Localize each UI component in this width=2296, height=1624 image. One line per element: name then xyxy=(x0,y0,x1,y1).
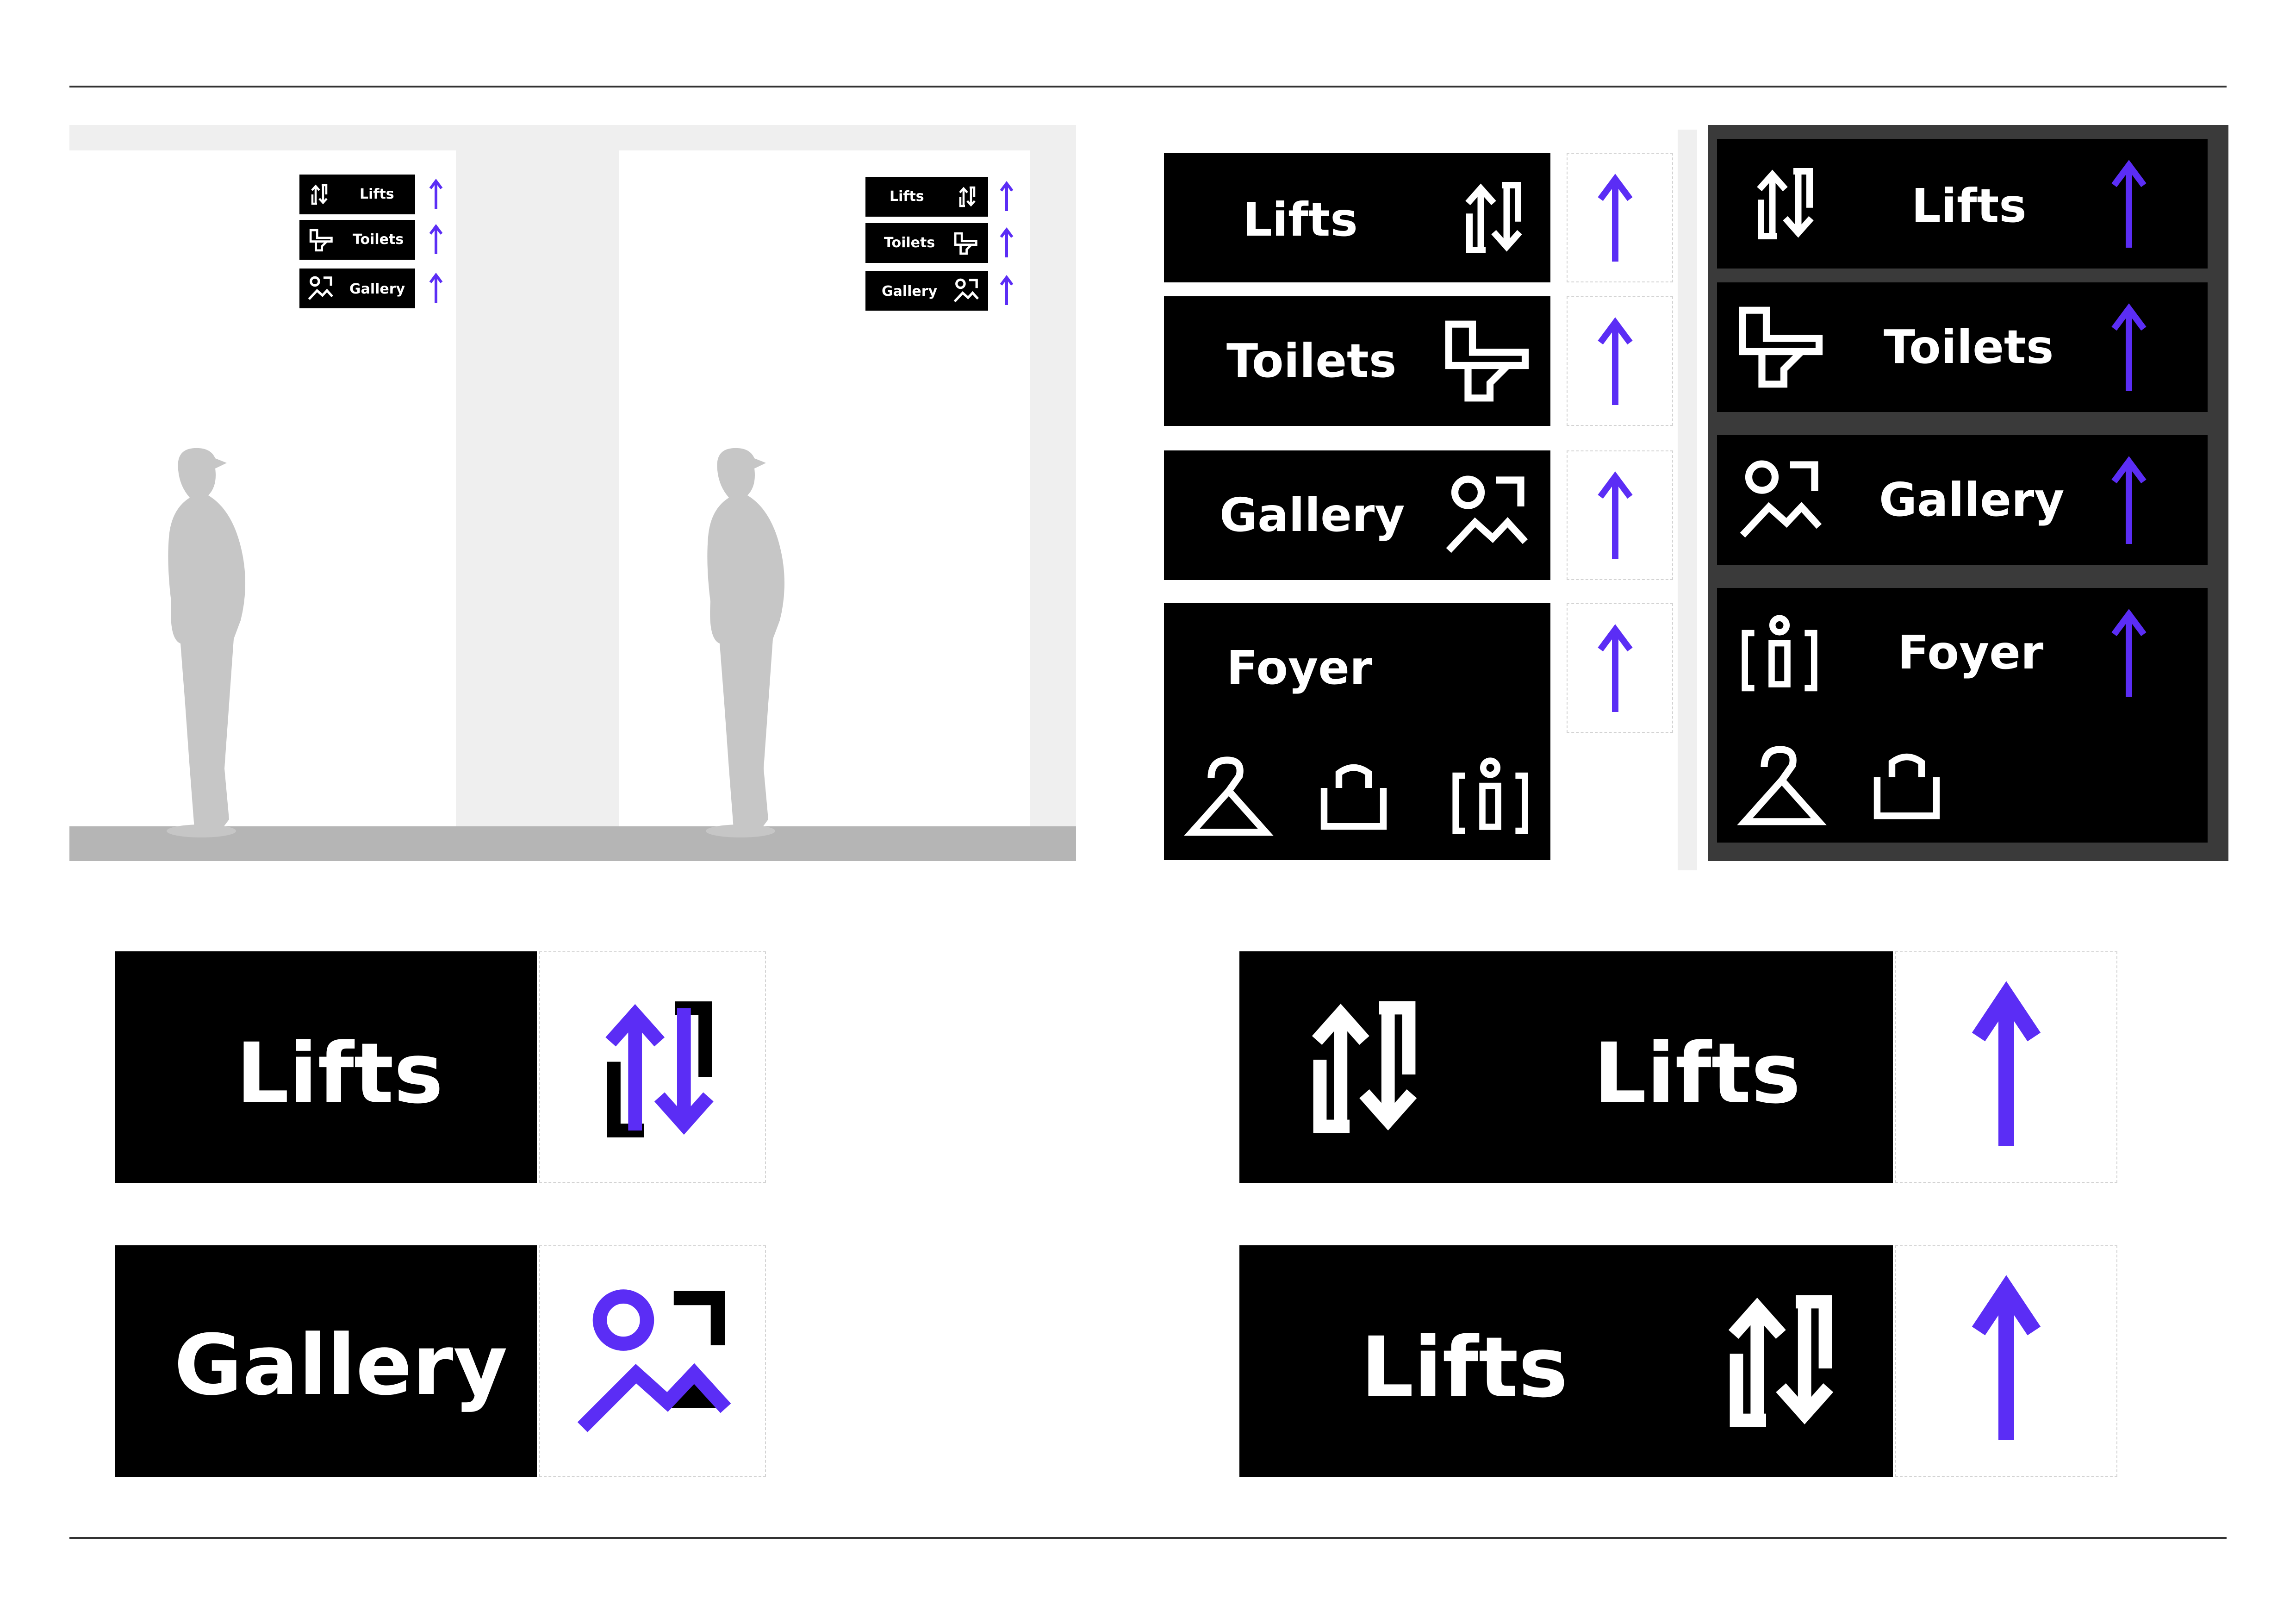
bottom-rule xyxy=(69,1537,2227,1539)
shop-bag-icon xyxy=(1320,764,1387,830)
sign-label: Lifts xyxy=(1361,1319,1568,1416)
up-arrow-icon xyxy=(1598,624,1633,712)
mini-sign-label: Gallery xyxy=(349,281,405,297)
mini-sign-gallery: Gallery xyxy=(865,271,988,311)
info-icon xyxy=(1452,757,1528,834)
sign-label: Lifts xyxy=(1911,179,2027,233)
toilet-icon xyxy=(309,229,333,252)
lifts-icon xyxy=(959,186,976,207)
sign-lifts: Lifts xyxy=(1717,139,2208,269)
mini-sign-label: Toilets xyxy=(353,231,404,248)
up-arrow-icon xyxy=(1598,174,1633,262)
shop-bag-icon xyxy=(1873,753,1940,819)
sign-label: Foyer xyxy=(1226,641,1373,695)
toilet-icon xyxy=(1739,306,1823,388)
sign-foyer: Foyer xyxy=(1164,603,1550,860)
lifts-icon xyxy=(1312,1001,1417,1133)
mini-sign-label: Lifts xyxy=(360,186,394,202)
up-arrow-icon xyxy=(1000,227,1014,257)
up-arrow-icon xyxy=(429,224,443,254)
lifts-icon xyxy=(1465,182,1522,253)
sign-gallery: Gallery xyxy=(1164,450,1550,580)
large-sign-gallery: Gallery xyxy=(115,1245,537,1477)
sign-lifts: Lifts xyxy=(1164,153,1550,282)
mini-sign-toilets: Toilets xyxy=(299,220,415,260)
mini-sign-label: Lifts xyxy=(890,188,924,205)
sign-foyer: Foyer xyxy=(1717,588,2208,843)
mini-sign-label: Gallery xyxy=(882,283,938,300)
toilet-icon xyxy=(954,232,977,255)
up-arrow-icon xyxy=(2111,160,2147,248)
up-arrow-icon xyxy=(429,273,443,303)
sign-label: Toilets xyxy=(1884,320,2054,374)
up-arrow-icon xyxy=(2111,303,2147,391)
up-arrow-icon xyxy=(1000,181,1014,211)
up-arrow-icon xyxy=(1000,275,1014,305)
sign-label: Gallery xyxy=(1220,488,1405,542)
sign-label: Toilets xyxy=(1226,334,1397,388)
toilet-icon xyxy=(1445,320,1529,402)
up-arrow-icon xyxy=(2111,456,2147,544)
large-sign-lifts-icon-right: Lifts xyxy=(1239,1245,1893,1477)
sign-toilets: Toilets xyxy=(1717,282,2208,412)
up-arrow-icon xyxy=(1598,317,1633,405)
gallery-icon xyxy=(953,278,979,302)
person-silhouette-right xyxy=(706,448,784,837)
divider-bar xyxy=(1678,130,1697,870)
sign-label: Lifts xyxy=(236,1025,443,1122)
up-arrow-icon xyxy=(429,179,443,209)
lifts-icon xyxy=(1757,168,1814,239)
top-rule xyxy=(69,86,2227,87)
up-arrow-icon xyxy=(2111,609,2147,697)
gallery-icon xyxy=(308,276,334,300)
gallery-icon xyxy=(1740,460,1822,538)
dark-panel: Lifts Toilets Gallery Foyer xyxy=(1708,125,2228,861)
sign-label: Foyer xyxy=(1898,625,2044,680)
mini-sign-lifts: Lifts xyxy=(865,177,988,217)
up-arrow-icon xyxy=(1972,981,2041,1146)
gallery-icon xyxy=(1446,475,1528,553)
lifts-icon xyxy=(605,1001,714,1137)
up-arrow-icon xyxy=(1598,471,1633,559)
cloakroom-hanger-icon xyxy=(1184,756,1274,836)
sign-label: Gallery xyxy=(174,1317,508,1414)
person-silhouette-left xyxy=(167,448,245,837)
sign-toilets: Toilets xyxy=(1164,296,1550,426)
info-icon xyxy=(1742,615,1817,692)
mini-sign-label: Toilets xyxy=(884,235,935,251)
wall-mockup-scene: Lifts Toilets Gallery Lifts Toilets Gall… xyxy=(69,125,1076,861)
mini-sign-toilets: Toilets xyxy=(865,223,988,263)
sign-label: Gallery xyxy=(1879,473,2065,527)
lifts-icon xyxy=(1728,1295,1834,1427)
gallery-icon xyxy=(577,1289,731,1432)
up-arrow-icon xyxy=(1972,1275,2041,1440)
sign-label: Lifts xyxy=(1243,193,1358,247)
sign-gallery: Gallery xyxy=(1717,435,2208,565)
large-sign-lifts-icon-left: Lifts xyxy=(1239,951,1893,1183)
large-sign-lifts: Lifts xyxy=(115,951,537,1183)
mini-sign-lifts: Lifts xyxy=(299,175,415,214)
sign-label: Lifts xyxy=(1593,1025,1801,1122)
cloakroom-hanger-icon xyxy=(1737,746,1827,825)
mini-sign-gallery: Gallery xyxy=(299,269,415,308)
lifts-icon xyxy=(311,184,328,205)
